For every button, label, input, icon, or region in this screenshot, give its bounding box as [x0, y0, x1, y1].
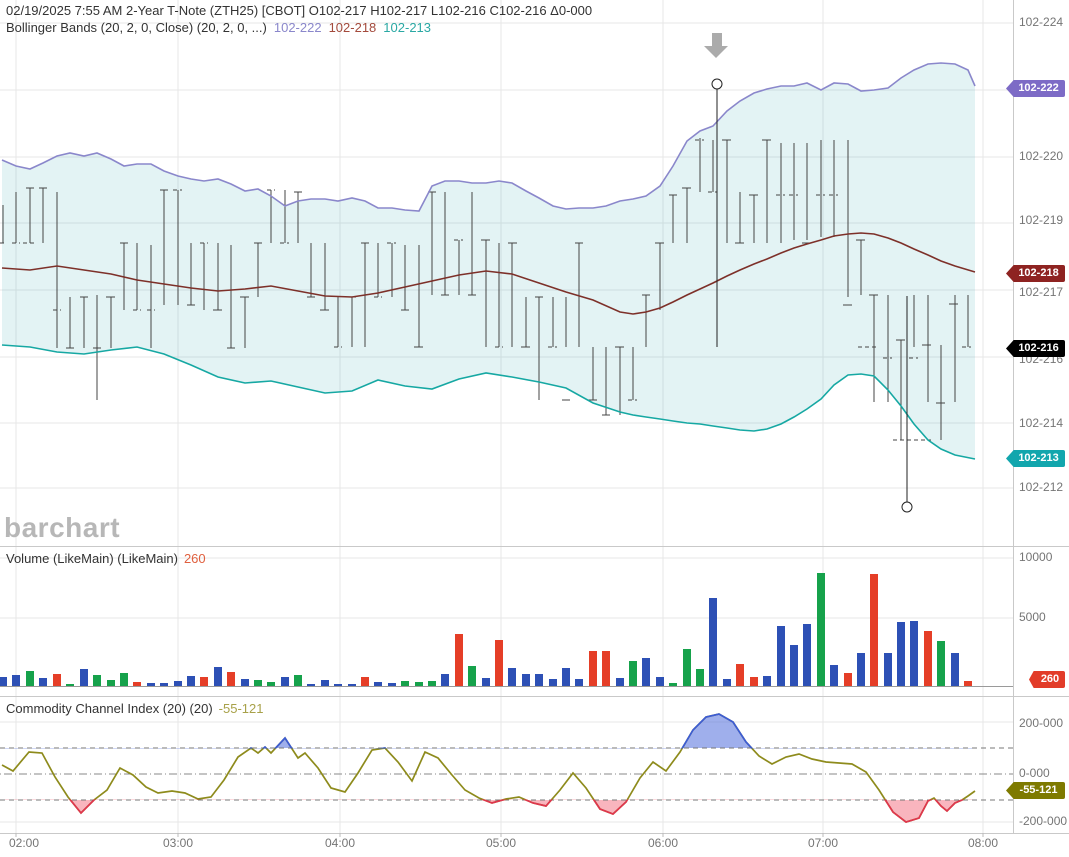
- bollinger-upper-badge: 102-222: [1006, 80, 1065, 97]
- bollinger-upper-value: 102-222: [274, 20, 322, 35]
- x-axis-label: 06:00: [641, 836, 685, 850]
- cci-line: [2, 714, 975, 822]
- x-axis-label: 05:00: [479, 836, 523, 850]
- cci-value-badge: -55-121: [1006, 782, 1065, 799]
- y-axis-label-price: 102-220: [1019, 149, 1063, 163]
- bollinger-middle-value: 102-218: [329, 20, 377, 35]
- y-axis-label-volume: 10000: [1019, 550, 1052, 564]
- y-axis-label-price: 102-217: [1019, 285, 1063, 299]
- x-axis-label: 02:00: [2, 836, 46, 850]
- x-axis-label: 04:00: [318, 836, 362, 850]
- x-axis-label: 03:00: [156, 836, 200, 850]
- y-axis-label-cci: 200-000: [1019, 716, 1063, 730]
- chart-root: 02/19/2025 7:55 AM 2-Year T-Note (ZTH25)…: [0, 0, 1069, 857]
- indicator-label: Bollinger Bands (20, 2, 0, Close) (20, 2…: [6, 20, 267, 35]
- cci-panel-header: Commodity Channel Index (20) (20) -55-121: [6, 701, 263, 716]
- y-axis-label-price: 102-212: [1019, 480, 1063, 494]
- x-axis-label: 08:00: [961, 836, 1005, 850]
- volume-label: Volume (LikeMain) (LikeMain): [6, 551, 178, 566]
- y-axis-label-volume: 5000: [1019, 610, 1046, 624]
- indicator-title: Bollinger Bands (20, 2, 0, Close) (20, 2…: [6, 19, 592, 36]
- cci-line-above: [2, 714, 975, 822]
- volume-panel-header: Volume (LikeMain) (LikeMain) 260: [6, 551, 206, 566]
- cci-label: Commodity Channel Index (20) (20): [6, 701, 213, 716]
- y-axis-label-cci: -200-000: [1019, 814, 1067, 828]
- y-axis-label-cci: 0-000: [1019, 766, 1050, 780]
- y-axis-label-price: 102-214: [1019, 416, 1063, 430]
- bollinger-lower-value: 102-213: [383, 20, 431, 35]
- bollinger-middle-badge: 102-218: [1006, 265, 1065, 282]
- y-axis-label-price: 102-224: [1019, 15, 1063, 29]
- cci-below-fill: [2, 714, 975, 822]
- last-price-badge: 102-216: [1006, 340, 1065, 357]
- cci-above-fill: [2, 714, 975, 822]
- cci-line-below: [2, 714, 975, 822]
- ohlc-title: 02/19/2025 7:55 AM 2-Year T-Note (ZTH25)…: [6, 2, 592, 19]
- x-axis-label: 07:00: [801, 836, 845, 850]
- y-axis-label-price: 102-219: [1019, 213, 1063, 227]
- bollinger-fill: [2, 63, 975, 459]
- volume-value: 260: [184, 551, 206, 566]
- volume-bars: [0, 573, 972, 686]
- cci-value: -55-121: [219, 701, 264, 716]
- chart-header: 02/19/2025 7:55 AM 2-Year T-Note (ZTH25)…: [6, 2, 592, 36]
- barchart-logo: barchart: [4, 512, 120, 544]
- main-chart-svg[interactable]: [0, 0, 1069, 857]
- bollinger-lower-badge: 102-213: [1006, 450, 1065, 467]
- volume-value-badge: 260: [1029, 671, 1065, 688]
- down-arrow-icon: [704, 33, 728, 58]
